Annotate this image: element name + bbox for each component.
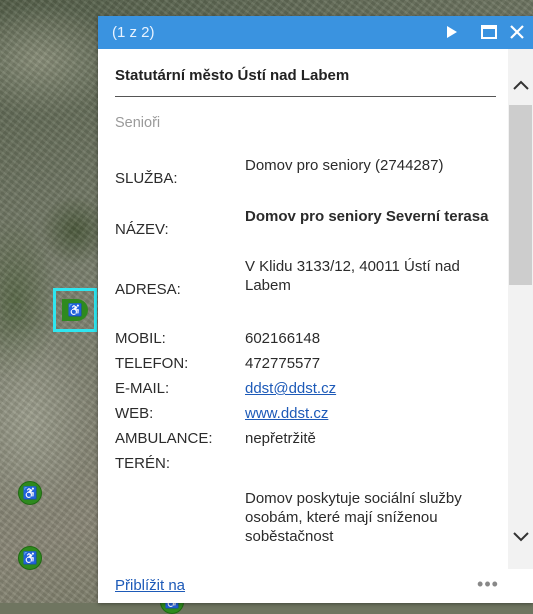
info-popup: (1 z 2) Statutární město Ústí nad Labem … xyxy=(98,16,533,603)
label-web: WEB: xyxy=(115,405,154,422)
next-feature-button[interactable] xyxy=(444,22,460,42)
popup-footer: Přiblížit na ••• xyxy=(98,569,533,603)
organization-title: Statutární město Ústí nad Labem xyxy=(115,67,350,84)
label-teren: TERÉN: xyxy=(115,455,171,472)
more-actions-button[interactable]: ••• xyxy=(470,573,506,595)
wheelchair-icon: ♿ xyxy=(22,486,38,500)
zoom-to-link[interactable]: Přiblížit na xyxy=(115,577,185,594)
wheelchair-icon: ♿ xyxy=(62,299,88,321)
scroll-up-button[interactable] xyxy=(508,71,533,99)
popup-content[interactable]: Statutární město Ústí nad Labem Senioři … xyxy=(98,49,508,603)
layer-name: Senioři xyxy=(115,115,161,131)
maximize-icon xyxy=(481,25,497,39)
value-telefon: 472775577 xyxy=(245,355,321,372)
map-marker[interactable]: ♿ xyxy=(18,546,42,570)
popup-header: (1 z 2) xyxy=(98,16,533,49)
label-mobil: MOBIL: xyxy=(115,330,166,347)
title-divider xyxy=(115,96,496,97)
value-ambulance: nepřetržitě xyxy=(245,430,316,447)
value-mobil: 602166148 xyxy=(245,330,321,347)
email-link[interactable]: ddst@ddst.cz xyxy=(245,379,505,398)
maximize-button[interactable] xyxy=(478,22,500,42)
label-email: E-MAIL: xyxy=(115,380,170,397)
label-sluzba: SLUŽBA: xyxy=(115,170,178,187)
map-marker[interactable]: ♿ xyxy=(18,481,42,505)
label-adresa: ADRESA: xyxy=(115,281,181,298)
chevron-down-icon xyxy=(512,532,529,542)
close-icon xyxy=(510,25,524,39)
scroll-thumb[interactable] xyxy=(509,105,532,285)
web-link[interactable]: www.ddst.cz xyxy=(245,404,505,423)
selected-marker[interactable]: ♿ xyxy=(53,288,97,332)
chevron-up-icon xyxy=(512,80,529,90)
label-nazev: NÁZEV: xyxy=(115,221,169,238)
value-nazev: Domov pro seniory Severní terasa xyxy=(245,208,489,225)
popup-scrollbar[interactable] xyxy=(508,49,533,569)
scroll-down-button[interactable] xyxy=(508,523,533,551)
popup-pager: (1 z 2) xyxy=(112,24,155,41)
more-dots-icon: ••• xyxy=(477,573,499,594)
wheelchair-icon: ♿ xyxy=(22,551,38,565)
label-ambulance: AMBULANCE: xyxy=(115,430,213,447)
service-description: Domov poskytuje sociální služby osobám, … xyxy=(245,490,462,545)
play-next-icon xyxy=(447,26,457,38)
label-telefon: TELEFON: xyxy=(115,355,189,372)
value-adresa: V Klidu 3133/12, 40011 Ústí nad Labem xyxy=(245,258,460,294)
value-sluzba: Domov pro seniory (2744287) xyxy=(245,157,444,174)
close-button[interactable] xyxy=(506,22,528,42)
